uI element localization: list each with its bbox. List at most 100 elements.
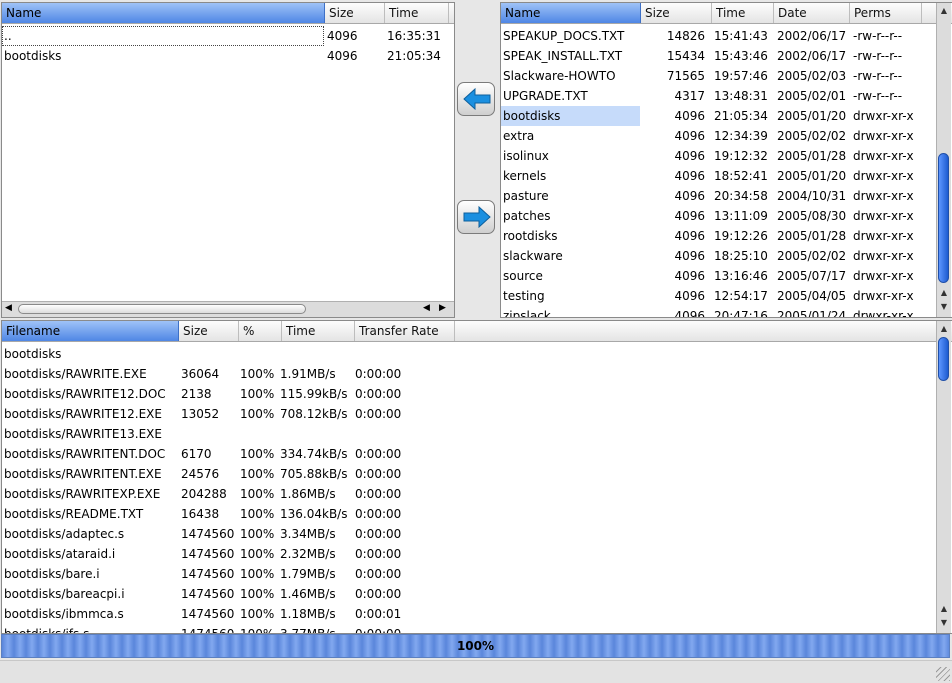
transfer-row[interactable]: bootdisks — [2, 344, 934, 364]
remote-row[interactable]: SPEAK_INSTALL.TXT 15434 15:43:46 2002/06/17… — [501, 46, 935, 66]
transfer-vscroll-thumb[interactable] — [938, 337, 949, 381]
transfer-row[interactable]: bootdisks/RAWRITE12.DOC 2138 100% 115.99kB/… — [2, 384, 934, 404]
remote-col-date[interactable]: Date — [774, 3, 850, 23]
remote-row[interactable]: extra 4096 12:34:39 2005/02/02 drwxr-xr-x — [501, 126, 935, 146]
remote-row-time: 19:57:46 — [714, 69, 768, 83]
scroll-up-icon[interactable]: ▲ — [937, 5, 951, 17]
transfer-row[interactable]: bootdisks/README.TXT 16438 100% 136.04kB/s 0… — [2, 504, 934, 524]
remote-row[interactable]: zipslack 4096 20:47:16 2005/01/24 drwxr-xr-x — [501, 306, 935, 318]
local-hscroll-thumb[interactable] — [18, 304, 306, 314]
transfer-row[interactable]: bootdisks/RAWRITE13.EXE — [2, 424, 934, 444]
remote-row-perms: drwxr-xr-x — [853, 149, 914, 163]
local-row-name: bootdisks — [4, 49, 62, 63]
local-row-bootdisks[interactable]: bootdisks 4096 21:05:34 — [2, 46, 454, 66]
transfer-col-percent[interactable]: % — [239, 321, 282, 341]
transfer-row[interactable]: bootdisks/ifs.s 1474560 100% 3.77MB/s 0:00:0… — [2, 624, 934, 634]
download-button[interactable] — [457, 200, 495, 234]
transfer-row-size: 1474560 — [181, 607, 235, 621]
transfer-row-size: 24576 — [181, 467, 220, 481]
transfer-row-filename: bootdisks/ataraid.i — [4, 547, 116, 561]
scroll-right-icon[interactable]: ▶ — [439, 303, 446, 313]
remote-col-size[interactable]: Size — [641, 3, 712, 23]
remote-row-date: 2002/06/17 — [777, 49, 847, 63]
remote-row-size: 4096 — [674, 229, 705, 243]
transfer-row[interactable]: bootdisks/RAWRITE12.EXE 13052 100% 708.12kB… — [2, 404, 934, 424]
transfer-row-size: 1474560 — [181, 587, 235, 601]
remote-col-perms[interactable]: Perms — [850, 3, 922, 23]
scroll-left-icon[interactable]: ◀ — [5, 303, 12, 313]
remote-col-time[interactable]: Time — [712, 3, 774, 23]
remote-row[interactable]: kernels 4096 18:52:41 2005/01/20 drwxr-xr-x — [501, 166, 935, 186]
remote-row-name: isolinux — [503, 149, 549, 163]
upload-button[interactable] — [457, 82, 495, 116]
transfer-row-size: 204288 — [181, 487, 227, 501]
local-file-list[interactable]: Name Size Time .. 4096 16:35:31 bootdisk… — [1, 2, 455, 318]
transfer-row-time: 0:00:00 — [355, 487, 402, 501]
scroll-down-icon[interactable]: ▼ — [937, 301, 951, 313]
remote-row[interactable]: rootdisks 4096 19:12:26 2005/01/28 drwxr-xr-… — [501, 226, 935, 246]
remote-row-perms: drwxr-xr-x — [853, 169, 914, 183]
transfer-row[interactable]: bootdisks/adaptec.s 1474560 100% 3.34MB/s 0:… — [2, 524, 934, 544]
remote-row-perms: drwxr-xr-x — [853, 129, 914, 143]
local-row-parent[interactable]: .. — [2, 26, 324, 46]
resize-grip-icon[interactable] — [936, 667, 950, 681]
transfer-row[interactable]: bootdisks/RAWRITE.EXE 36064 100% 1.91MB/s 0:… — [2, 364, 934, 384]
transfer-col-filename[interactable]: Filename — [2, 321, 179, 341]
transfer-vertical-scrollbar[interactable]: ▲ ▲ ▼ — [936, 321, 951, 633]
transfer-row[interactable]: bootdisks/RAWRITENT.EXE 24576 100% 705.88kB… — [2, 464, 934, 484]
transfer-row-percent — [240, 424, 280, 444]
remote-row-time: 20:47:16 — [714, 309, 768, 318]
remote-row[interactable]: patches 4096 13:11:09 2005/08/30 drwxr-xr-x — [501, 206, 935, 226]
local-row-parent-details[interactable]: 4096 16:35:31 — [324, 26, 454, 46]
transfer-row-size: 16438 — [181, 507, 220, 521]
transfer-row-percent: 100% — [240, 467, 275, 481]
remote-row[interactable]: isolinux 4096 19:12:32 2005/01/28 drwxr-xr-x — [501, 146, 935, 166]
remote-row-date: 2005/08/30 — [777, 209, 847, 223]
local-col-time[interactable]: Time — [385, 3, 449, 23]
transfer-row-filename: bootdisks/bare.i — [4, 567, 100, 581]
transfer-row-rate: 3.77MB/s — [280, 627, 336, 634]
transfer-row-size: 2138 — [181, 387, 212, 401]
transfer-col-size[interactable]: Size — [179, 321, 239, 341]
remote-row[interactable]: bootdisks 4096 21:05:34 2005/01/20 drwxr-xr-… — [501, 106, 935, 126]
scroll-down-icon[interactable]: ▼ — [937, 617, 951, 629]
remote-row-name: patches — [503, 209, 551, 223]
remote-row[interactable]: Slackware-HOWTO 71565 19:57:46 2005/02/03 -r… — [501, 66, 935, 86]
remote-vscroll-thumb[interactable] — [938, 153, 949, 283]
transfer-col-rate[interactable]: Transfer Rate — [355, 321, 455, 341]
scroll-left-icon[interactable]: ◀ — [423, 303, 430, 313]
remote-row-date: 2005/04/05 — [777, 289, 847, 303]
transfer-col-time[interactable]: Time — [282, 321, 355, 341]
transfer-row-rate: 1.46MB/s — [280, 587, 336, 601]
remote-row[interactable]: pasture 4096 20:34:58 2004/10/31 drwxr-xr-x — [501, 186, 935, 206]
transfer-row[interactable]: bootdisks/bareacpi.i 1474560 100% 1.46MB/s 0… — [2, 584, 934, 604]
transfer-row-filename: bootdisks/ifs.s — [4, 627, 90, 634]
remote-vertical-scrollbar[interactable]: ▲ ▲ ▼ — [936, 3, 951, 317]
scroll-up-icon[interactable]: ▲ — [937, 287, 951, 299]
remote-row[interactable]: SPEAKUP_DOCS.TXT 14826 15:41:43 2002/06/17-… — [501, 26, 935, 46]
remote-row-perms: drwxr-xr-x — [853, 189, 914, 203]
remote-row[interactable]: testing 4096 12:54:17 2005/04/05 drwxr-xr-x — [501, 286, 935, 306]
transfer-row[interactable]: bootdisks/RAWRITENT.DOC 6170 100% 334.74kB/… — [2, 444, 934, 464]
remote-row[interactable]: source 4096 13:16:46 2005/07/17 drwxr-xr-x — [501, 266, 935, 286]
transfer-row-time: 0:00:00 — [355, 387, 402, 401]
scroll-up-icon[interactable]: ▲ — [937, 323, 951, 335]
transfer-queue[interactable]: Filename Size % Time Transfer Rate bootd… — [1, 320, 952, 634]
remote-row-time: 18:25:10 — [714, 249, 768, 263]
local-horizontal-scrollbar[interactable]: ◀ ◀ ▶ — [2, 301, 454, 317]
scroll-up-icon[interactable]: ▲ — [937, 603, 951, 615]
transfer-row[interactable]: bootdisks/ataraid.i 1474560 100% 2.32MB/s 0:… — [2, 544, 934, 564]
transfer-row[interactable]: bootdisks/ibmmca.s 1474560 100% 1.18MB/s 0:0… — [2, 604, 934, 624]
remote-file-list[interactable]: Name Size Time Date Perms SPEAKUP_DOCS.T… — [500, 2, 952, 318]
local-col-size[interactable]: Size — [325, 3, 385, 23]
remote-row-name: pasture — [503, 189, 549, 203]
remote-row[interactable]: slackware 4096 18:25:10 2005/02/02 drwxr-xr-… — [501, 246, 935, 266]
remote-row[interactable]: UPGRADE.TXT 4317 13:48:31 2005/02/01 -rw-r--… — [501, 86, 935, 106]
transfer-row[interactable]: bootdisks/bare.i 1474560 100% 1.79MB/s 0:00:… — [2, 564, 934, 584]
remote-col-name[interactable]: Name — [501, 3, 641, 23]
transfer-row[interactable]: bootdisks/RAWRITEXP.EXE 204288 100% 1.86MB/… — [2, 484, 934, 504]
transfer-row-filename: bootdisks/RAWRITE13.EXE — [4, 427, 162, 441]
local-col-name[interactable]: Name — [2, 3, 325, 23]
remote-row-perms: -rw-r--r-- — [853, 29, 903, 43]
remote-row-name: SPEAKUP_DOCS.TXT — [503, 29, 625, 43]
